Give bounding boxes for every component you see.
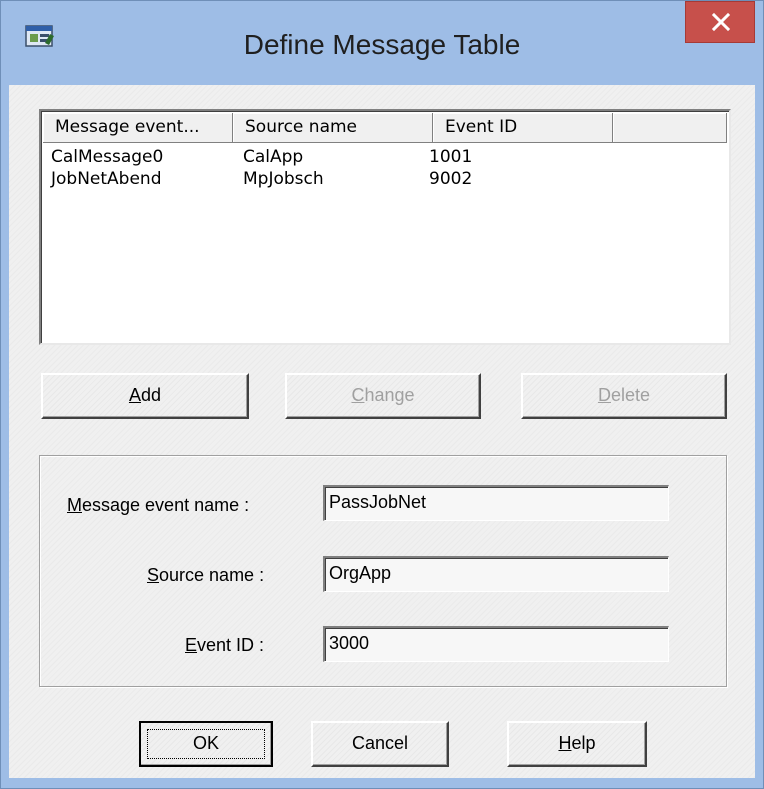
ok-button[interactable]: OK [139, 721, 273, 767]
delete-label-post: elete [610, 385, 651, 405]
cell-message-event: JobNetAbend [51, 169, 162, 189]
cell-message-event: CalMessage0 [51, 147, 164, 167]
table-row[interactable]: JobNetAbend MpJobsch 9002 [43, 169, 727, 191]
help-mnemonic: H [558, 733, 572, 753]
help-button[interactable]: Help [507, 721, 647, 767]
dialog-client-area: Message event... Source name Event ID Ca… [9, 85, 755, 778]
event-id-label: Event ID : [185, 635, 264, 656]
list-header: Message event... Source name Event ID [43, 113, 727, 143]
label-post: vent ID : [197, 635, 265, 655]
cancel-label: Cancel [351, 733, 409, 753]
focus-rectangle [147, 729, 265, 759]
source-name-label: Source name : [147, 565, 264, 586]
source-name-input[interactable]: OrgApp [323, 556, 669, 592]
help-label-post: elp [571, 733, 596, 753]
message-event-name-label: Message event name : [67, 495, 249, 516]
column-header-event-id[interactable]: Event ID [433, 113, 613, 143]
table-row[interactable]: CalMessage0 CalApp 1001 [43, 147, 727, 169]
event-id-input[interactable]: 3000 [323, 626, 669, 662]
label-mnemonic: E [185, 635, 198, 655]
cell-event-id: 9002 [429, 169, 473, 189]
delete-mnemonic: D [597, 385, 611, 405]
column-header-empty[interactable] [613, 113, 727, 143]
label-post: ource name : [159, 565, 265, 585]
column-header-message-event[interactable]: Message event... [43, 113, 233, 143]
message-event-name-input[interactable]: PassJobNet [323, 485, 669, 521]
delete-button[interactable]: Delete [521, 373, 727, 419]
change-button[interactable]: Change [285, 373, 481, 419]
add-label-post: dd [140, 385, 162, 405]
label-mnemonic: M [67, 495, 82, 515]
cancel-button[interactable]: Cancel [311, 721, 449, 767]
close-button[interactable] [685, 1, 755, 43]
cell-event-id: 1001 [429, 147, 473, 167]
column-header-source-name[interactable]: Source name [233, 113, 433, 143]
cell-source-name: MpJobsch [243, 169, 324, 189]
title-bar[interactable]: Define Message Table [1, 1, 763, 85]
change-label-post: hange [364, 385, 415, 405]
label-post: essage event name : [82, 495, 250, 515]
window-title: Define Message Table [243, 29, 521, 60]
message-table-list[interactable]: Message event... Source name Event ID Ca… [39, 109, 731, 345]
dialog-window: Define Message Table Message event... So… [0, 0, 764, 789]
change-mnemonic: C [351, 385, 365, 405]
cell-source-name: CalApp [243, 147, 304, 167]
add-mnemonic: A [128, 385, 141, 405]
add-button[interactable]: Add [41, 373, 249, 419]
label-mnemonic: S [147, 565, 160, 585]
close-icon [710, 11, 732, 33]
